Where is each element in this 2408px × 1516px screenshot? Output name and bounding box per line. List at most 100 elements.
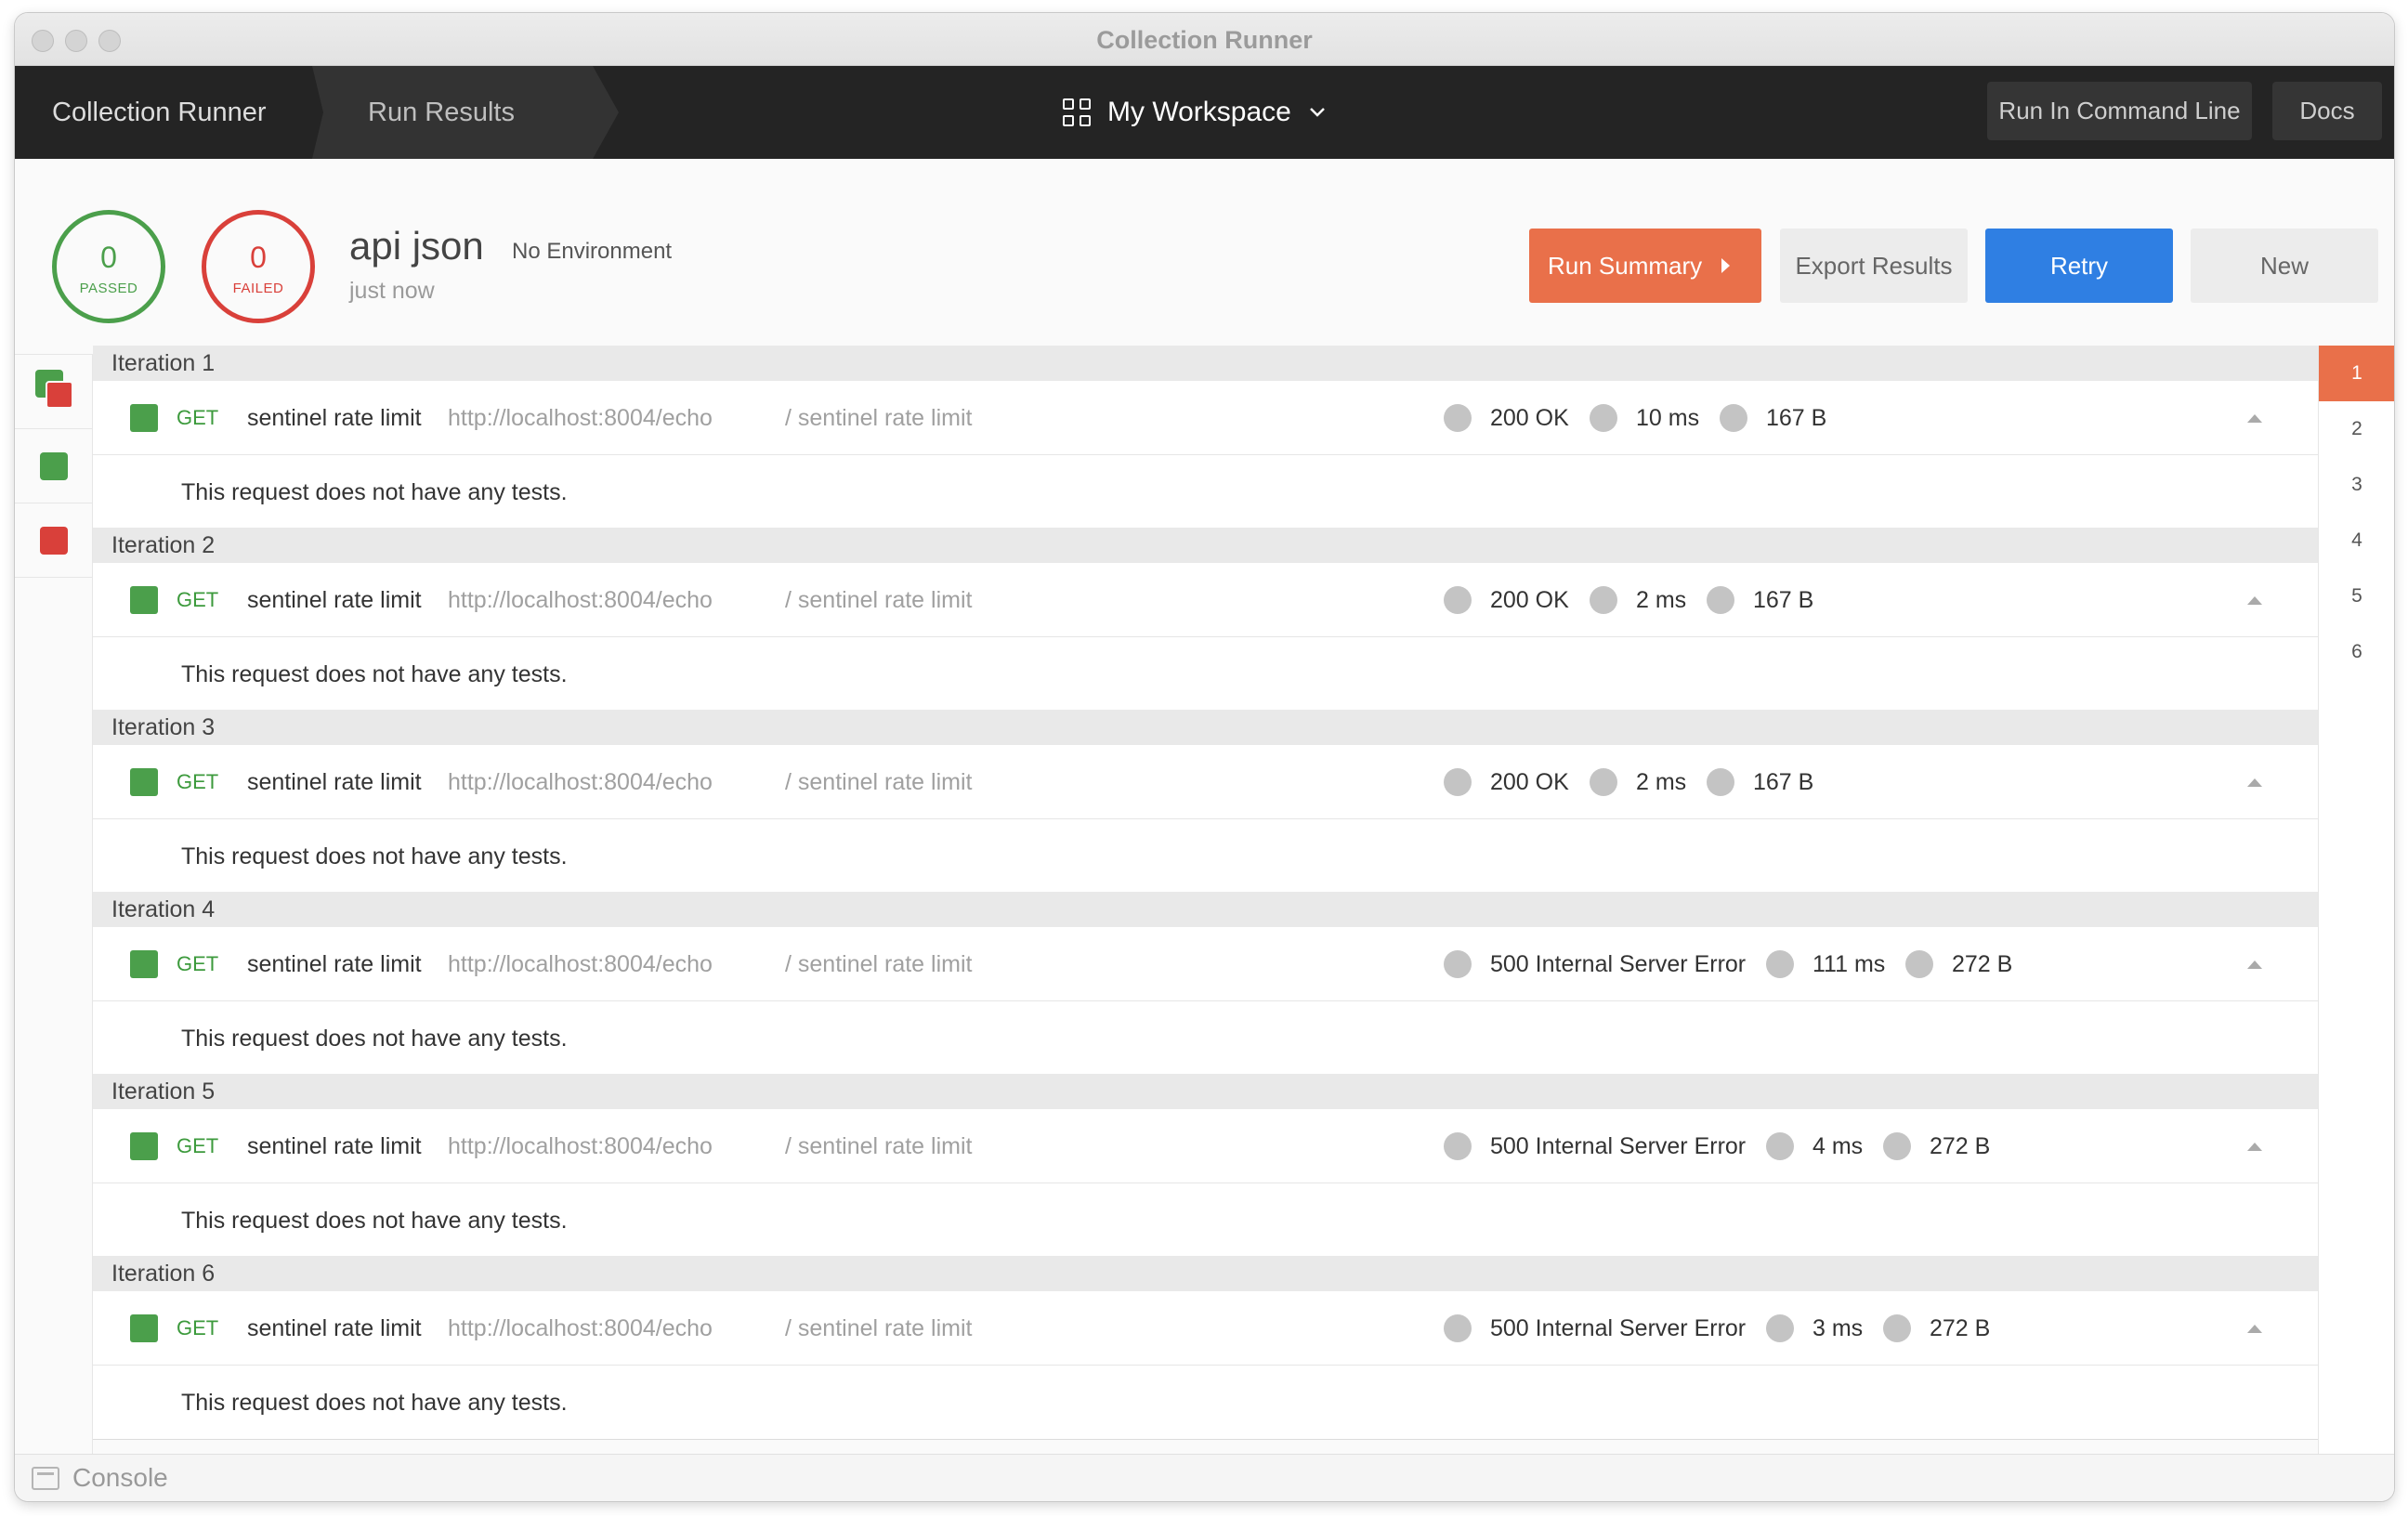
request-row[interactable]: GET sentinel rate limit http://localhost:8… bbox=[93, 1109, 2318, 1183]
iteration-index-item[interactable]: 3 bbox=[2319, 457, 2394, 513]
top-nav-bar: Collection Runner Run Results My Workspa… bbox=[15, 66, 2394, 159]
passed-counter: 0 PASSED bbox=[52, 210, 165, 323]
request-method: GET bbox=[177, 770, 219, 793]
iteration-index-item[interactable]: 1 bbox=[2319, 346, 2394, 401]
request-path: / sentinel rate limit bbox=[785, 587, 973, 613]
environment-label: No Environment bbox=[512, 239, 673, 264]
test-results-row: This request does not have any tests. bbox=[93, 637, 2318, 712]
size-dot-icon bbox=[1905, 950, 1933, 978]
tab-collection-runner[interactable]: Collection Runner bbox=[52, 66, 267, 159]
time-dot-icon bbox=[1590, 586, 1617, 614]
console-label: Console bbox=[72, 1463, 168, 1492]
status-dot-icon bbox=[1444, 950, 1472, 978]
failed-label: FAILED bbox=[232, 281, 284, 296]
run-timestamp: just now bbox=[349, 278, 435, 304]
iteration-header: Iteration 4 bbox=[93, 892, 2318, 927]
chevron-down-icon bbox=[1309, 108, 1325, 117]
status-dot-icon bbox=[1444, 1314, 1472, 1342]
request-method: GET bbox=[177, 406, 219, 429]
console-icon bbox=[32, 1467, 59, 1490]
status-dot-icon bbox=[1444, 404, 1472, 432]
request-path: / sentinel rate limit bbox=[785, 405, 973, 431]
collapse-caret-icon[interactable] bbox=[2247, 596, 2262, 605]
request-row[interactable]: GET sentinel rate limit http://localhost:8… bbox=[93, 745, 2318, 819]
time-dot-icon bbox=[1766, 950, 1794, 978]
iteration-header: Iteration 2 bbox=[93, 528, 2318, 563]
time-dot-icon bbox=[1590, 404, 1617, 432]
status-dot-icon bbox=[1444, 768, 1472, 796]
request-name: sentinel rate limit bbox=[247, 769, 422, 795]
failed-counter: 0 FAILED bbox=[202, 210, 315, 323]
request-row[interactable]: GET sentinel rate limit http://localhost:8… bbox=[93, 381, 2318, 455]
collapse-caret-icon[interactable] bbox=[2247, 1143, 2262, 1151]
collapse-caret-icon[interactable] bbox=[2247, 778, 2262, 787]
test-results-row: This request does not have any tests. bbox=[93, 819, 2318, 894]
request-path: / sentinel rate limit bbox=[785, 951, 973, 977]
run-in-command-line-button[interactable]: Run In Command Line bbox=[1987, 82, 2252, 140]
request-status-square-icon bbox=[130, 768, 158, 796]
response-size: 272 B bbox=[1930, 1315, 1991, 1341]
filter-failed-button[interactable] bbox=[15, 503, 93, 578]
response-status: 500 Internal Server Error bbox=[1490, 951, 1747, 977]
iteration-index-item[interactable]: 5 bbox=[2319, 568, 2394, 624]
export-results-button[interactable]: Export Results bbox=[1780, 229, 1968, 303]
request-status-square-icon bbox=[130, 1314, 158, 1342]
iteration-header: Iteration 3 bbox=[93, 710, 2318, 745]
console-bar[interactable]: Console bbox=[15, 1454, 2394, 1501]
status-dot-icon bbox=[1444, 1132, 1472, 1160]
request-name: sentinel rate limit bbox=[247, 951, 422, 977]
new-run-button[interactable]: New bbox=[2191, 229, 2378, 303]
filter-passed-button[interactable] bbox=[15, 429, 93, 503]
iteration-index: 123456 bbox=[2318, 346, 2394, 1454]
request-row[interactable]: GET sentinel rate limit http://localhost:8… bbox=[93, 1291, 2318, 1366]
request-status-square-icon bbox=[130, 950, 158, 978]
caret-right-icon bbox=[1721, 258, 1730, 273]
filter-all-button[interactable] bbox=[15, 355, 93, 429]
time-dot-icon bbox=[1766, 1314, 1794, 1342]
response-time: 4 ms bbox=[1813, 1133, 1864, 1159]
collapse-caret-icon[interactable] bbox=[2247, 1325, 2262, 1333]
response-time: 111 ms bbox=[1813, 951, 1886, 977]
iteration-header: Iteration 5 bbox=[93, 1074, 2318, 1109]
failed-square-icon bbox=[46, 381, 73, 409]
request-url: http://localhost:8004/echo bbox=[448, 1315, 713, 1341]
response-status: 200 OK bbox=[1490, 587, 1569, 613]
passed-label: PASSED bbox=[79, 281, 138, 296]
iteration-index-item[interactable]: 2 bbox=[2319, 401, 2394, 457]
collection-name: api json bbox=[349, 224, 484, 268]
run-summary-button[interactable]: Run Summary bbox=[1529, 229, 1761, 303]
test-results-row: This request does not have any tests. bbox=[93, 1183, 2318, 1258]
response-size: 272 B bbox=[1930, 1133, 1991, 1159]
failed-square-icon bbox=[40, 527, 68, 555]
time-dot-icon bbox=[1590, 768, 1617, 796]
request-name: sentinel rate limit bbox=[247, 1133, 422, 1159]
request-path: / sentinel rate limit bbox=[785, 769, 973, 795]
request-row[interactable]: GET sentinel rate limit http://localhost:8… bbox=[93, 563, 2318, 637]
request-path: / sentinel rate limit bbox=[785, 1133, 973, 1159]
request-name: sentinel rate limit bbox=[247, 1315, 422, 1341]
workspace-name: My Workspace bbox=[1107, 97, 1291, 127]
response-size: 167 B bbox=[1753, 587, 1814, 613]
passed-count: 0 bbox=[100, 241, 117, 274]
response-time: 2 ms bbox=[1636, 587, 1687, 613]
iteration-results-list: Iteration 1 GET sentinel rate limit http://… bbox=[93, 346, 2318, 1454]
request-path: / sentinel rate limit bbox=[785, 1315, 973, 1341]
size-dot-icon bbox=[1707, 768, 1734, 796]
request-method: GET bbox=[177, 952, 219, 975]
collapse-caret-icon[interactable] bbox=[2247, 414, 2262, 423]
size-dot-icon bbox=[1707, 586, 1734, 614]
tab-run-results[interactable]: Run Results bbox=[312, 66, 619, 159]
time-dot-icon bbox=[1766, 1132, 1794, 1160]
request-method: GET bbox=[177, 1316, 219, 1340]
failed-count: 0 bbox=[250, 241, 267, 274]
retry-button[interactable]: Retry bbox=[1985, 229, 2173, 303]
docs-button[interactable]: Docs bbox=[2272, 82, 2382, 140]
request-url: http://localhost:8004/echo bbox=[448, 769, 713, 795]
request-row[interactable]: GET sentinel rate limit http://localhost:8… bbox=[93, 927, 2318, 1001]
workspace-selector[interactable]: My Workspace bbox=[1063, 66, 1327, 159]
window-title: Collection Runner bbox=[1096, 26, 1313, 54]
collapse-caret-icon[interactable] bbox=[2247, 961, 2262, 969]
iteration-index-item[interactable]: 6 bbox=[2319, 624, 2394, 680]
iteration-index-item[interactable]: 4 bbox=[2319, 513, 2394, 568]
request-url: http://localhost:8004/echo bbox=[448, 405, 713, 431]
